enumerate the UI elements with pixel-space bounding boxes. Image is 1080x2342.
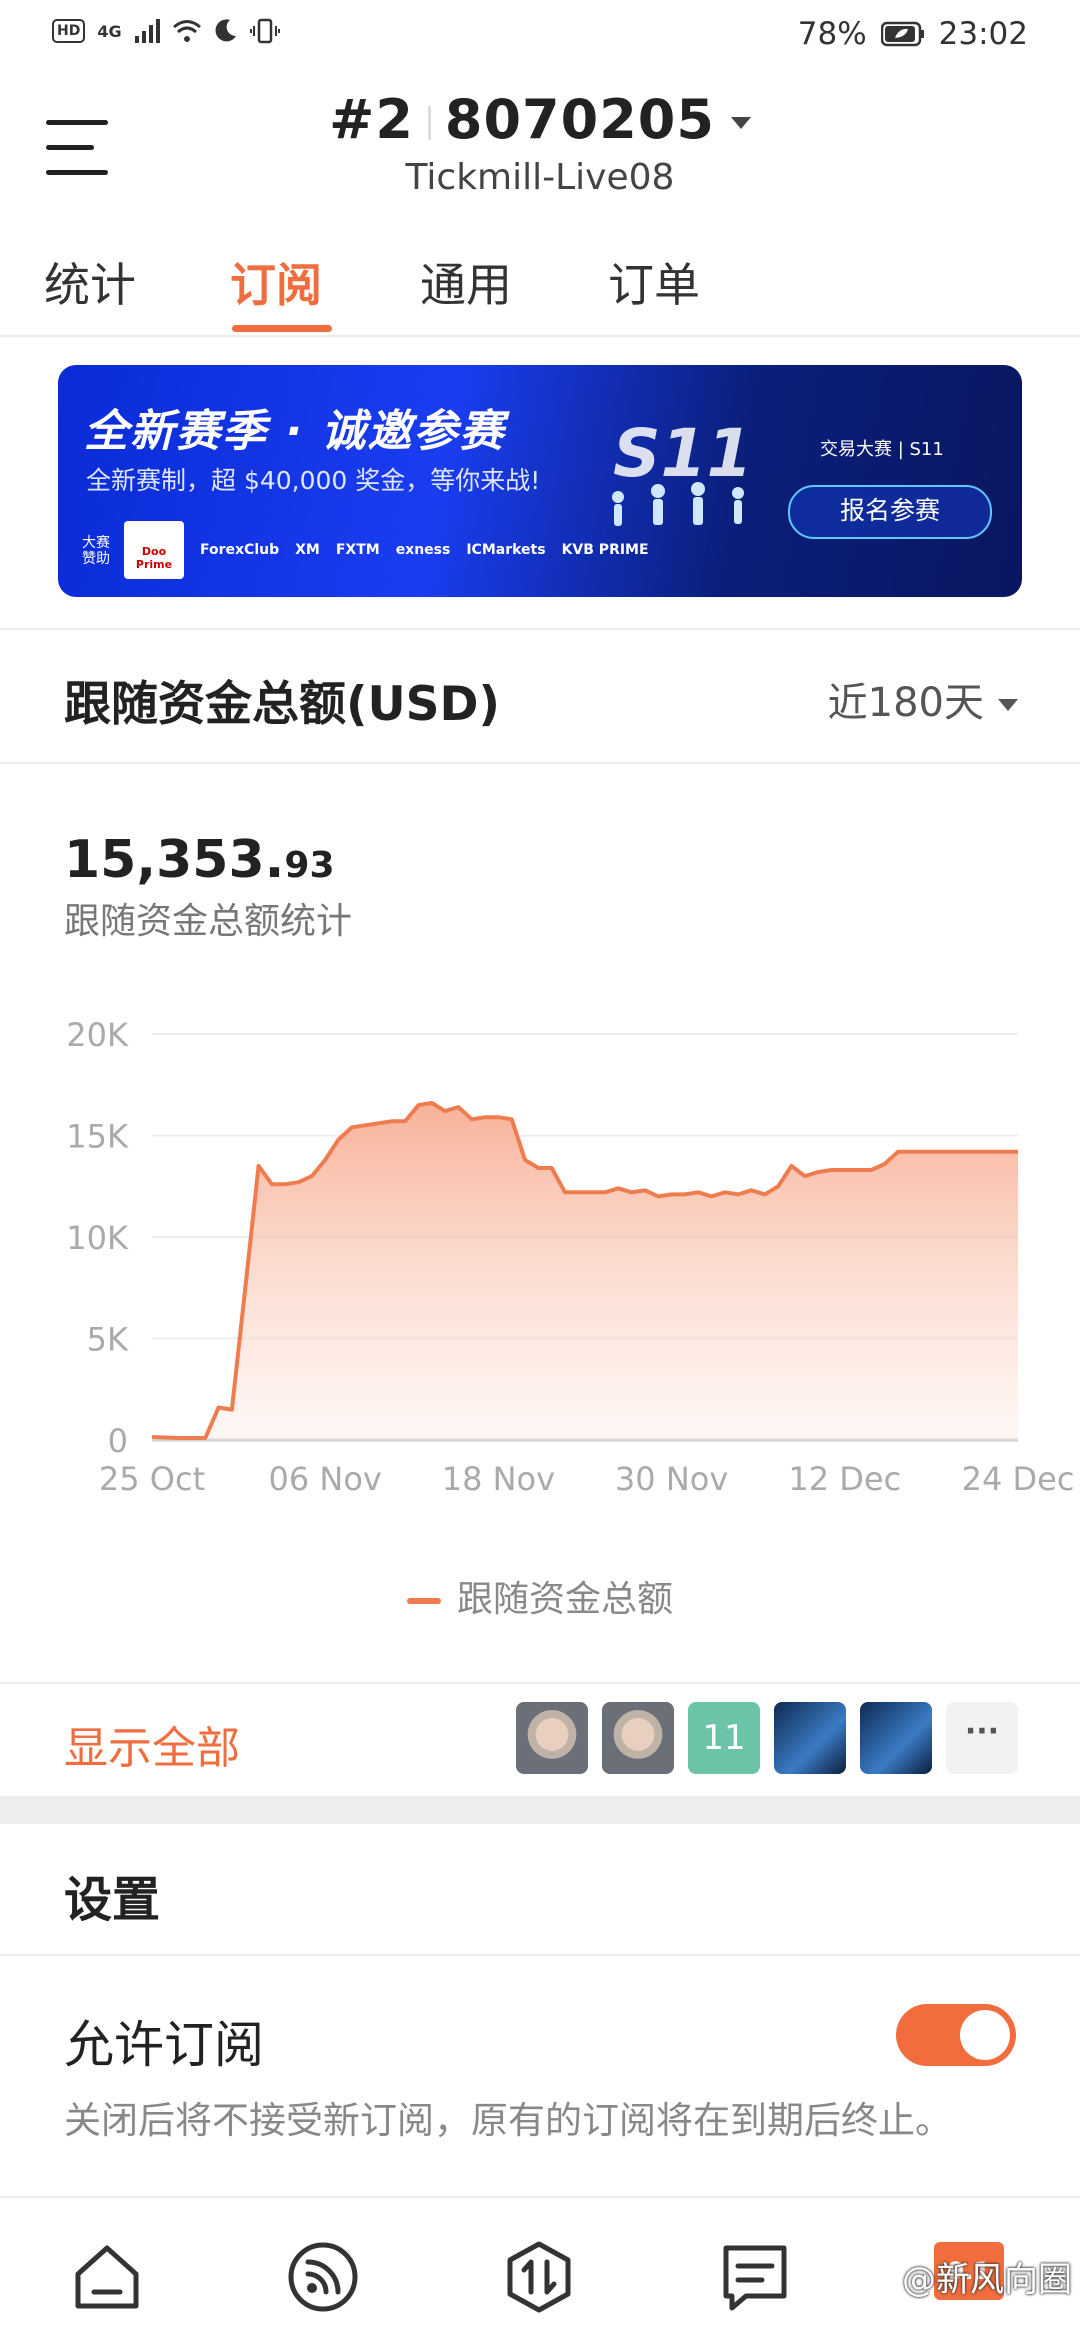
- tab-stats[interactable]: 统计: [44, 249, 136, 315]
- trade-icon[interactable]: [500, 2238, 578, 2316]
- total-label: 跟随资金总额统计: [64, 901, 353, 942]
- series-area: [152, 1103, 1018, 1440]
- tab-orders[interactable]: 订单: [608, 249, 700, 315]
- period-label: 近180天: [827, 680, 984, 726]
- avatar[interactable]: [774, 1702, 846, 1774]
- banner-title: 全新赛季 · 诚邀参赛: [84, 406, 506, 457]
- account-prefix: #2: [329, 88, 414, 151]
- sponsor-logo: ICMarkets: [466, 542, 546, 558]
- status-right: 78% 23:02: [798, 16, 1028, 52]
- funds-card-header: 跟随资金总额(USD) 近180天: [0, 628, 1080, 764]
- legend-label: 跟随资金总额: [456, 1579, 673, 1620]
- chat-icon[interactable]: [716, 2238, 794, 2316]
- y-tick-label: 20K: [66, 1016, 129, 1054]
- sponsor-logo: Doo Prime: [124, 521, 184, 579]
- section-divider: [0, 1796, 1080, 1824]
- sponsor-logo: FXTM: [335, 542, 380, 558]
- x-tick-label: 24 Dec: [962, 1460, 1075, 1498]
- avatar-count[interactable]: 11: [688, 1702, 760, 1774]
- y-tick-label: 0: [108, 1422, 128, 1460]
- x-tick-label: 25 Oct: [99, 1460, 205, 1498]
- hd-icon: HD: [52, 19, 86, 43]
- more-icon[interactable]: ···: [946, 1702, 1018, 1774]
- clock: 23:02: [938, 16, 1028, 52]
- watermark: @新风向圈: [902, 2260, 1072, 2300]
- battery-percent: 78%: [797, 16, 867, 52]
- sponsor-logo: exness: [395, 542, 451, 558]
- banner-sponsor-label: 大赛赞助: [82, 535, 110, 567]
- account-selector[interactable]: #2 8070205 Tickmill-Live08: [0, 88, 1080, 198]
- avatar[interactable]: [860, 1702, 932, 1774]
- total-decimal: 93: [284, 845, 335, 886]
- show-all-link[interactable]: 显示全部: [64, 1712, 240, 1776]
- banner-brand: 交易大赛 | S11: [820, 439, 944, 460]
- vibrate-icon: [249, 18, 280, 44]
- network-type: 4G: [97, 21, 122, 41]
- signup-button[interactable]: 报名参赛: [788, 485, 992, 539]
- feed-icon[interactable]: [284, 2238, 362, 2316]
- allow-subscribe-description: 关闭后将不接受新订阅，原有的订阅将在到期后终止。: [64, 2099, 952, 2142]
- tab-bar: 统计 订阅 通用 订单: [0, 235, 1080, 337]
- y-tick-label: 5K: [87, 1321, 129, 1359]
- x-tick-label: 12 Dec: [788, 1460, 901, 1498]
- server-name: Tickmill-Live08: [405, 157, 675, 198]
- account-number: 8070205: [444, 88, 715, 151]
- allow-subscribe-toggle[interactable]: [896, 2004, 1016, 2066]
- runners-illustration: [612, 482, 744, 526]
- status-left: HD 4G: [52, 18, 280, 44]
- legend-swatch: [406, 1598, 441, 1604]
- settings-title: 设置: [64, 1872, 161, 1928]
- status-bar: HD 4G 78% 23:02: [0, 0, 1080, 72]
- chevron-down-icon: [998, 699, 1018, 711]
- chart-legend: 跟随资金总额: [0, 1570, 1080, 1622]
- avatar[interactable]: [516, 1702, 588, 1774]
- allow-subscribe-label: 允许订阅: [64, 2016, 264, 2074]
- card-title: 跟随资金总额(USD): [64, 677, 500, 732]
- y-tick-label: 10K: [66, 1219, 129, 1257]
- subscribers-row: 显示全部 11 ···: [0, 1682, 1080, 1796]
- sponsor-logo: ForexClub: [200, 542, 280, 558]
- tab-general[interactable]: 通用: [420, 249, 512, 315]
- x-tick-label: 18 Nov: [442, 1460, 555, 1498]
- moon-icon: [215, 19, 236, 42]
- tab-subscribe[interactable]: 订阅: [230, 249, 322, 315]
- settings-header: 设置: [0, 1824, 1080, 1956]
- sponsor-logos: Doo Prime ForexClub XM FXTM exness ICMar…: [124, 521, 649, 579]
- banner-subtitle: 全新赛制，超 $40,000 奖金，等你来战!: [86, 466, 541, 495]
- x-tick-label: 06 Nov: [269, 1460, 382, 1498]
- subscriber-avatars: 11 ···: [516, 1702, 1018, 1774]
- wifi-icon: [172, 20, 201, 42]
- active-tab-indicator: [232, 325, 332, 332]
- y-tick-label: 15K: [66, 1118, 129, 1156]
- account-number-row[interactable]: #2 8070205: [0, 88, 1080, 151]
- total-main: 15,353.: [64, 830, 285, 890]
- signal-icon: [134, 19, 160, 43]
- funds-area-chart: 20K 15K 10K 5K 0 25 Oct 06 Nov 18 Nov 30 Nov 12 …: [66, 1016, 1075, 1498]
- battery-icon: [880, 21, 924, 47]
- chevron-down-icon: [730, 117, 751, 130]
- total-value: 15,353.93: [64, 830, 335, 890]
- promo-banner[interactable]: 全新赛季 · 诚邀参赛 全新赛制，超 $40,000 奖金，等你来战! 大赛赞助…: [58, 365, 1022, 597]
- avatar[interactable]: [602, 1702, 674, 1774]
- sponsor-logo: XM: [295, 542, 320, 558]
- x-tick-label: 30 Nov: [615, 1460, 728, 1498]
- toggle-knob: [960, 2010, 1010, 2060]
- period-selector[interactable]: 近180天: [828, 670, 1018, 728]
- home-icon[interactable]: [68, 2238, 146, 2316]
- account-divider: [427, 106, 431, 141]
